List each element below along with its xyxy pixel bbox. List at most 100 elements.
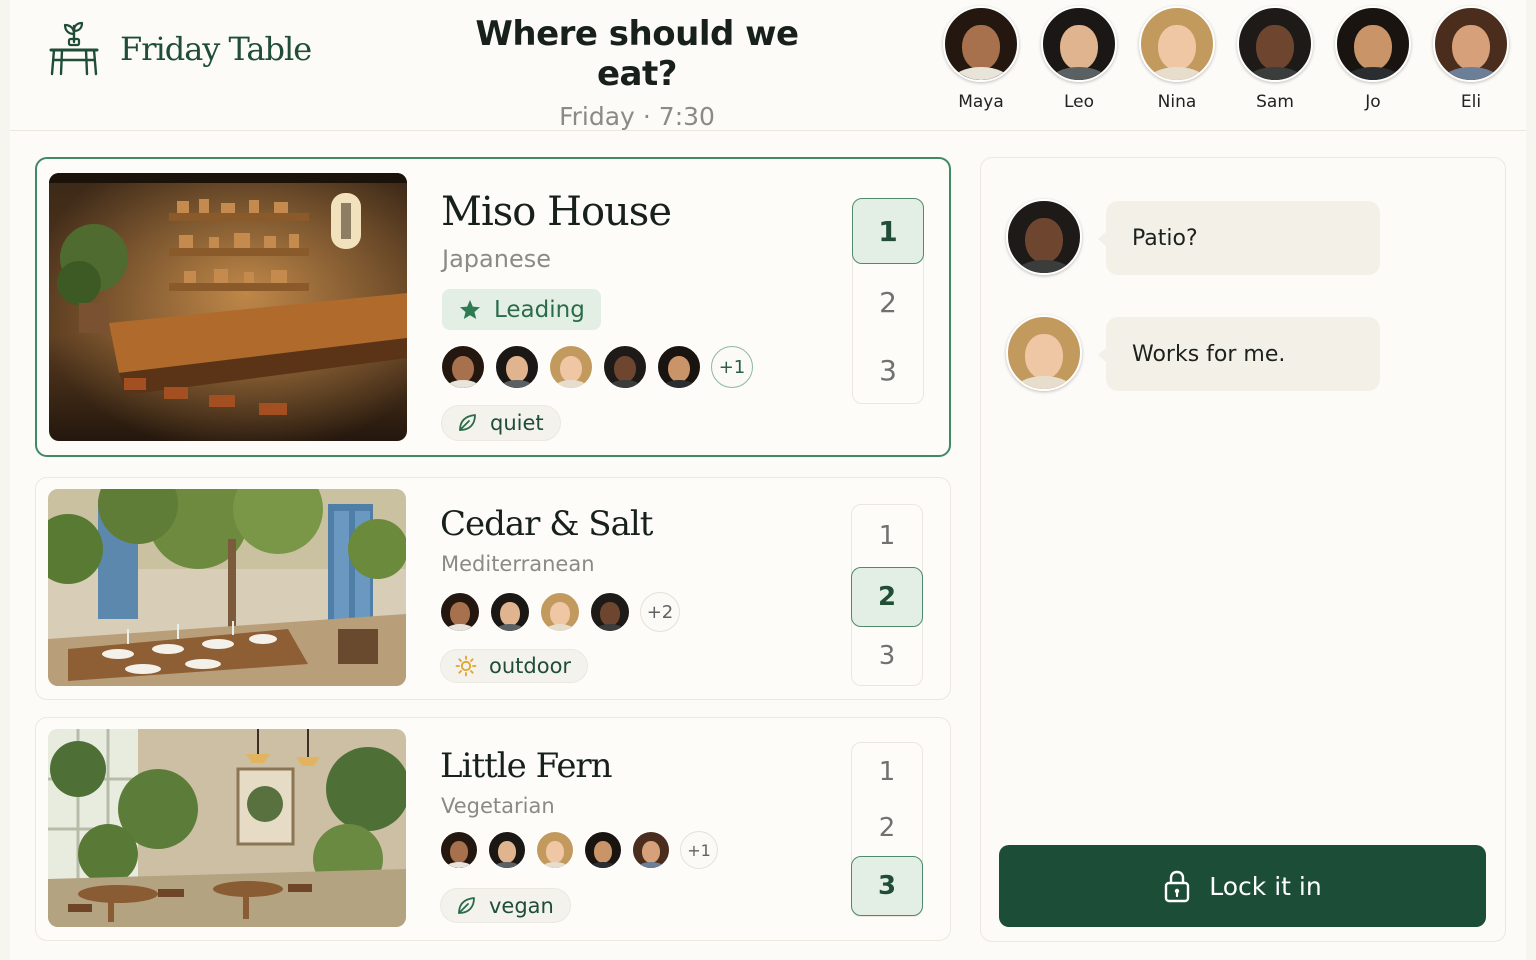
participant-name: Leo	[1063, 92, 1095, 112]
rank-selector[interactable]: 1 2 3	[851, 504, 923, 686]
participant-nina[interactable]: Nina	[1128, 6, 1226, 112]
restaurant-photo	[48, 729, 406, 927]
chat-message: Patio?	[1006, 199, 1380, 275]
vegetarian-interior-image	[48, 729, 406, 927]
avatar-face	[550, 602, 570, 626]
avatar-face	[497, 840, 517, 863]
header: Friday Table Where should we eat? Friday…	[10, 0, 1526, 131]
voter-avatar-leo	[495, 345, 539, 389]
avatar-face	[1452, 25, 1490, 70]
avatar-face	[450, 602, 470, 626]
rank-option-1[interactable]: 1	[851, 745, 923, 799]
rank-option-3[interactable]: 3	[851, 856, 923, 916]
voter-avatar-leo	[488, 831, 526, 869]
event-day: Friday	[559, 102, 635, 131]
avatar-face	[1256, 25, 1294, 70]
avatar	[943, 6, 1019, 82]
participant-name: Sam	[1256, 92, 1294, 112]
avatar-face	[641, 840, 661, 863]
avatar-face	[500, 602, 520, 626]
avatar-face	[593, 840, 613, 863]
participant-eli[interactable]: Eli	[1422, 6, 1520, 112]
event-time: Friday · 7:30	[447, 102, 827, 131]
voter-avatar-jo	[584, 831, 622, 869]
participant-name: Nina	[1157, 92, 1197, 112]
restaurant-name: Little Fern	[440, 746, 613, 786]
avatar	[1139, 6, 1215, 82]
restaurant-card-little-fern[interactable]: Little Fern Vegetarian +1 vegan 1 2 3	[35, 717, 951, 941]
brand[interactable]: Friday Table	[48, 20, 312, 78]
lock-it-in-button[interactable]: Lock it in	[999, 845, 1486, 927]
avatar-shoulders	[1050, 67, 1108, 80]
rank-option-1[interactable]: 1	[851, 507, 923, 565]
leaf-icon	[458, 896, 475, 914]
tag-vegan: vegan	[440, 888, 571, 923]
mediterranean-patio-image	[48, 489, 406, 686]
more-voters-count[interactable]: +1	[680, 831, 718, 869]
participant-sam[interactable]: Sam	[1226, 6, 1324, 112]
voter-avatar-nina	[536, 831, 574, 869]
more-voters-count[interactable]: +2	[640, 592, 680, 632]
participant-name: Eli	[1460, 92, 1482, 112]
avatar-sam	[1006, 199, 1082, 275]
avatar-shoulders	[952, 67, 1010, 80]
avatar	[1237, 6, 1313, 82]
tag-outdoor: outdoor	[440, 649, 589, 683]
avatar-face	[1158, 25, 1196, 70]
rank-option-2[interactable]: 2	[851, 799, 923, 857]
japanese-interior-image	[49, 173, 407, 441]
tag-label: vegan	[489, 893, 554, 918]
leaf-icon	[459, 414, 476, 431]
chat-bubble: Patio?	[1098, 201, 1380, 275]
lock-button-label: Lock it in	[1209, 871, 1322, 901]
participant-maya[interactable]: Maya	[932, 6, 1030, 112]
voter-avatar-maya	[440, 831, 478, 869]
more-voters-count[interactable]: +1	[711, 346, 753, 388]
chat-bubble: Works for me.	[1098, 317, 1380, 391]
page-title: Where should we eat?	[475, 14, 799, 94]
avatar-shoulders	[1246, 67, 1304, 80]
voter-avatar-nina	[549, 345, 593, 389]
voter-avatar-eli	[632, 831, 670, 869]
rank-option-2[interactable]: 2	[852, 270, 924, 334]
rank-selector[interactable]: 1 2 3	[851, 742, 923, 917]
participant-leo[interactable]: Leo	[1030, 6, 1128, 112]
table-sprout-icon	[49, 21, 99, 76]
restaurant-card-miso-house[interactable]: Miso House Japanese Leading +1 quiet 1 2…	[35, 157, 951, 457]
avatar-face	[1354, 25, 1392, 70]
rank-option-3[interactable]: 3	[852, 338, 924, 402]
rank-option-2[interactable]: 2	[851, 567, 923, 627]
voter-avatar-sam	[603, 345, 647, 389]
avatar-shoulders	[554, 380, 588, 388]
avatar-face	[1025, 218, 1063, 263]
avatar-face	[452, 356, 474, 383]
voter-avatar-sam	[590, 592, 630, 632]
restaurant-card-cedar-and-salt[interactable]: Cedar & Salt Mediterranean +2 outdoor 1 …	[35, 477, 951, 700]
avatar-shoulders	[444, 861, 474, 868]
rank-selector[interactable]: 1 2 3	[852, 198, 924, 404]
avatar-shoulders	[446, 380, 480, 388]
voter-avatar-maya	[440, 592, 480, 632]
avatar-nina	[1006, 315, 1082, 391]
rank-option-1[interactable]: 1	[852, 198, 924, 264]
avatar-shoulders	[492, 861, 522, 868]
voter-avatars: +2	[440, 592, 680, 632]
avatar-shoulders	[1442, 67, 1500, 80]
participant-name: Maya	[958, 92, 1004, 112]
brand-name: Friday Table	[120, 30, 312, 68]
restaurant-cuisine: Mediterranean	[441, 552, 595, 576]
restaurant-cuisine: Vegetarian	[441, 794, 555, 818]
participant-jo[interactable]: Jo	[1324, 6, 1422, 112]
avatar-shoulders	[662, 380, 696, 388]
participants: Maya Leo Nina Sam Jo Eli	[932, 6, 1520, 112]
avatar-face	[1025, 334, 1063, 379]
avatar-face	[962, 25, 1000, 70]
avatar-face	[600, 602, 620, 626]
chat-panel: Patio? Works for me. Lock it in	[980, 157, 1506, 942]
avatar-shoulders	[594, 624, 626, 631]
avatar	[1433, 6, 1509, 82]
restaurant-name: Miso House	[441, 189, 672, 235]
chat-message: Works for me.	[1006, 315, 1380, 391]
rank-option-3[interactable]: 3	[851, 627, 923, 685]
tag-quiet: quiet	[441, 405, 561, 441]
